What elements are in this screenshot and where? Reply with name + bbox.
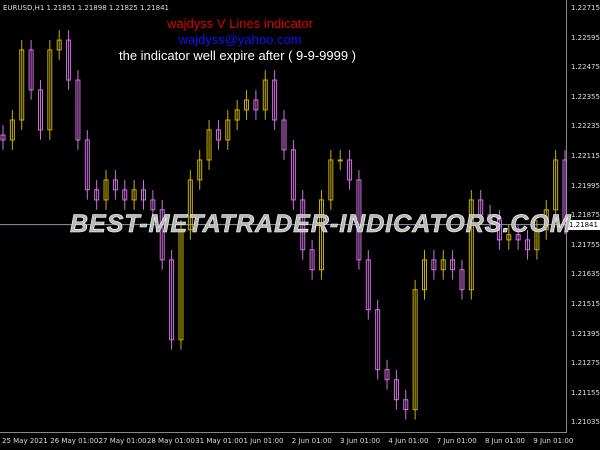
watermark: BEST-METATRADER-INDICATORS.COM <box>70 210 572 239</box>
x-tick-label: 1 Jun 01:00 <box>243 437 284 445</box>
x-tick-label: 3 Jun 01:00 <box>340 437 381 445</box>
x-tick-label: 8 Jun 01:00 <box>485 437 526 445</box>
y-tick-label: 1.22595 <box>571 33 600 42</box>
y-tick-label: 1.21875 <box>571 211 600 220</box>
x-tick-label: 27 May 01:00 <box>98 437 147 445</box>
x-tick-label: 2 Jun 01:00 <box>291 437 332 445</box>
symbol-info: EURUSD,H1 1.21851 1.21898 1.21825 1.2184… <box>3 4 169 12</box>
y-tick-label: 1.21755 <box>571 240 600 249</box>
y-tick-label: 1.21155 <box>571 388 600 397</box>
x-tick-label: 9 Jun 01:00 <box>533 437 574 445</box>
candle-body <box>337 159 343 162</box>
indicator-expiry: the indicator well expire after ( 9-9-99… <box>118 48 356 63</box>
y-tick-label: 1.21275 <box>571 359 600 368</box>
y-tick-label: 1.22235 <box>571 122 600 131</box>
y-tick-label: 1.21395 <box>571 329 600 338</box>
x-tick-label: 31 May 01:00 <box>195 437 244 445</box>
x-tick-label: 7 Jun 01:00 <box>436 437 477 445</box>
x-tick-label: 4 Jun 01:00 <box>388 437 429 445</box>
y-tick-label: 1.22115 <box>571 152 600 160</box>
x-tick-label: 28 May 01:00 <box>146 437 195 445</box>
y-tick-label: 1.22475 <box>571 63 600 72</box>
y-tick-label: 1.21995 <box>571 181 600 190</box>
indicator-title: wajdyss V Lines indicator <box>167 16 313 31</box>
y-tick-label: 1.22355 <box>571 92 600 101</box>
x-tick-label: 25 May 2021 <box>2 437 48 445</box>
y-tick-label: 1.21035 <box>571 418 600 427</box>
x-tick-label: 26 May 01:00 <box>50 437 99 445</box>
y-tick-label: 1.21635 <box>571 270 600 279</box>
y-tick-label: 1.22715 <box>571 4 600 12</box>
y-tick-label: 1.21515 <box>571 300 600 308</box>
indicator-email: wajdyss@yahoo.com <box>178 32 302 47</box>
